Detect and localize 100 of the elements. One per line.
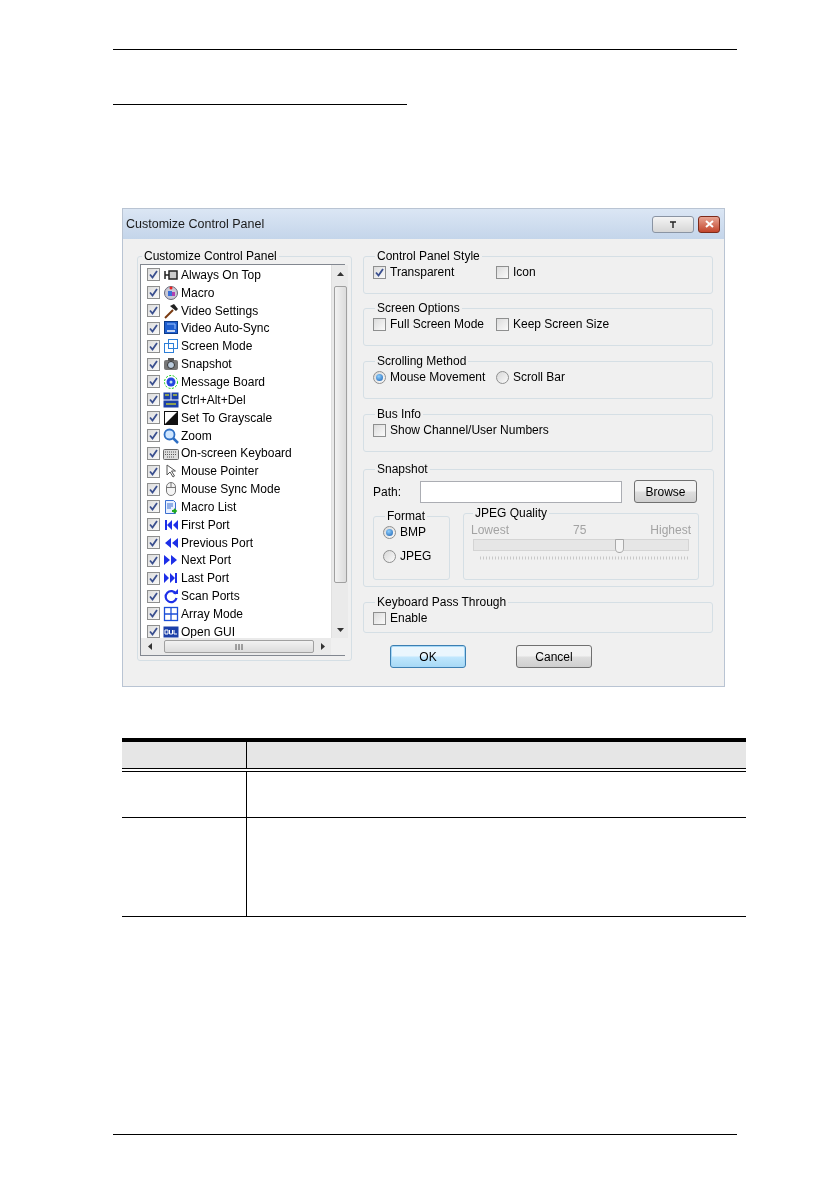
list-item-label: Mouse Pointer	[181, 464, 259, 479]
checkbox[interactable]	[147, 393, 160, 407]
list-item-label: Previous Port	[181, 535, 254, 550]
list-item-label: Next Port	[181, 553, 231, 568]
slider-min-label: Lowest	[471, 523, 510, 537]
checkbox[interactable]	[147, 571, 160, 585]
close-button[interactable]	[698, 215, 720, 233]
checkbox[interactable]	[147, 553, 160, 567]
pin-button[interactable]	[652, 215, 694, 233]
path-field[interactable]	[420, 480, 622, 503]
monitor-icon	[163, 320, 179, 337]
radio-label: Mouse Movement	[390, 370, 486, 384]
checkbox[interactable]	[147, 375, 160, 389]
hammer-icon	[163, 302, 179, 319]
checkbox-label: Show Channel/User Numbers	[390, 423, 549, 437]
radio-label: JPEG	[400, 549, 432, 563]
list-item-label: Open GUI	[181, 624, 236, 638]
list-item-label: Set To Grayscale	[181, 410, 273, 425]
keys-icon	[163, 391, 179, 408]
checkbox[interactable]	[147, 607, 160, 621]
list-item-label: Snapshot	[181, 357, 232, 372]
checkbox-label: Transparent	[390, 265, 455, 279]
radio-label: Scroll Bar	[513, 370, 565, 384]
browse-button[interactable]: Browse	[634, 480, 697, 503]
checkbox[interactable]	[147, 286, 160, 300]
checkbox[interactable]	[373, 265, 386, 279]
checkbox[interactable]	[147, 357, 160, 371]
group-title: JPEG Quality	[474, 506, 549, 520]
list-item-label: First Port	[181, 517, 230, 532]
checkbox[interactable]	[147, 304, 160, 318]
checkbox[interactable]	[147, 536, 160, 550]
checkbox[interactable]	[373, 317, 386, 331]
dialog-button[interactable]: Cancel	[516, 645, 592, 668]
grip-icon	[235, 643, 243, 650]
group-title: Customize Control Panel	[143, 249, 278, 263]
radio-label: BMP	[400, 525, 426, 539]
radio-button[interactable]	[496, 370, 509, 384]
scroll-left-icon	[147, 643, 152, 650]
group-title: Screen Options	[376, 301, 461, 315]
list-item-label: Macro	[181, 285, 215, 300]
list-item-label: Last Port	[181, 571, 230, 586]
list-item-label: Message Board	[181, 375, 266, 389]
camera-icon	[163, 356, 179, 373]
checkbox[interactable]	[147, 268, 160, 282]
radio-button[interactable]	[383, 549, 396, 563]
checkbox[interactable]	[147, 321, 160, 335]
magnifier-icon	[163, 427, 179, 444]
vertical-scrollbar[interactable]	[331, 265, 348, 638]
list-item-label: Ctrl+Alt+Del	[181, 392, 246, 407]
group-title: Keyboard Pass Through	[376, 595, 508, 609]
checkbox[interactable]	[373, 611, 386, 625]
checkbox[interactable]	[373, 423, 386, 437]
checkbox[interactable]	[147, 625, 160, 638]
list-item-label: Video Auto-Sync	[181, 321, 270, 336]
slider-value: 75	[573, 523, 587, 537]
checkbox[interactable]	[496, 265, 509, 279]
checkbox-label: Full Screen Mode	[390, 317, 485, 331]
scroll-up-icon	[336, 271, 344, 276]
checkbox-label: Keep Screen Size	[513, 317, 610, 331]
list-item-label: Mouse Sync Mode	[181, 482, 281, 497]
list-item-label: Scan Ports	[181, 589, 240, 604]
windows-icon	[163, 338, 179, 355]
list-item-label: Array Mode	[181, 606, 244, 621]
group-title: Control Panel Style	[376, 249, 481, 263]
slider-max-label: Highest	[650, 523, 691, 537]
group-title: Format	[386, 509, 426, 523]
mouse-icon	[163, 481, 179, 498]
list-item-label: Video Settings	[181, 303, 259, 318]
window-title: Customize Control Panel	[126, 217, 266, 231]
refresh-icon	[163, 588, 179, 605]
radio-button[interactable]	[373, 370, 386, 384]
radio-button[interactable]	[383, 525, 396, 539]
grid-icon	[163, 605, 179, 622]
horizontal-scrollbar[interactable]	[141, 638, 331, 655]
group-title: Scrolling Method	[376, 354, 468, 368]
checkbox[interactable]	[147, 518, 160, 532]
list-item-label: Always On Top	[181, 267, 261, 282]
scroll-down-icon	[336, 627, 344, 632]
close-icon	[704, 220, 714, 228]
document-icon	[163, 498, 179, 515]
checkbox[interactable]	[147, 589, 160, 603]
list-item-label: Macro List	[181, 499, 237, 514]
checkbox[interactable]	[496, 317, 509, 331]
list-item-label: Zoom	[181, 428, 212, 443]
checkbox[interactable]	[147, 429, 160, 442]
dialog-button[interactable]: OK	[390, 645, 466, 668]
scrollbar-corner	[331, 638, 348, 655]
checkbox[interactable]	[147, 500, 160, 514]
checkbox[interactable]	[147, 339, 160, 353]
checkbox-label: Enable	[390, 611, 428, 625]
group-title: Bus Info	[376, 407, 423, 421]
gear-icon	[163, 374, 179, 390]
checkbox[interactable]	[147, 464, 160, 478]
path-label: Path:	[373, 484, 403, 499]
checkbox[interactable]	[147, 446, 160, 460]
checkbox[interactable]	[147, 482, 160, 496]
checkbox[interactable]	[147, 411, 160, 425]
contrast-icon	[163, 409, 179, 426]
checkbox-label: Icon	[513, 265, 536, 279]
list-item-label: On-screen Keyboard	[181, 446, 292, 461]
